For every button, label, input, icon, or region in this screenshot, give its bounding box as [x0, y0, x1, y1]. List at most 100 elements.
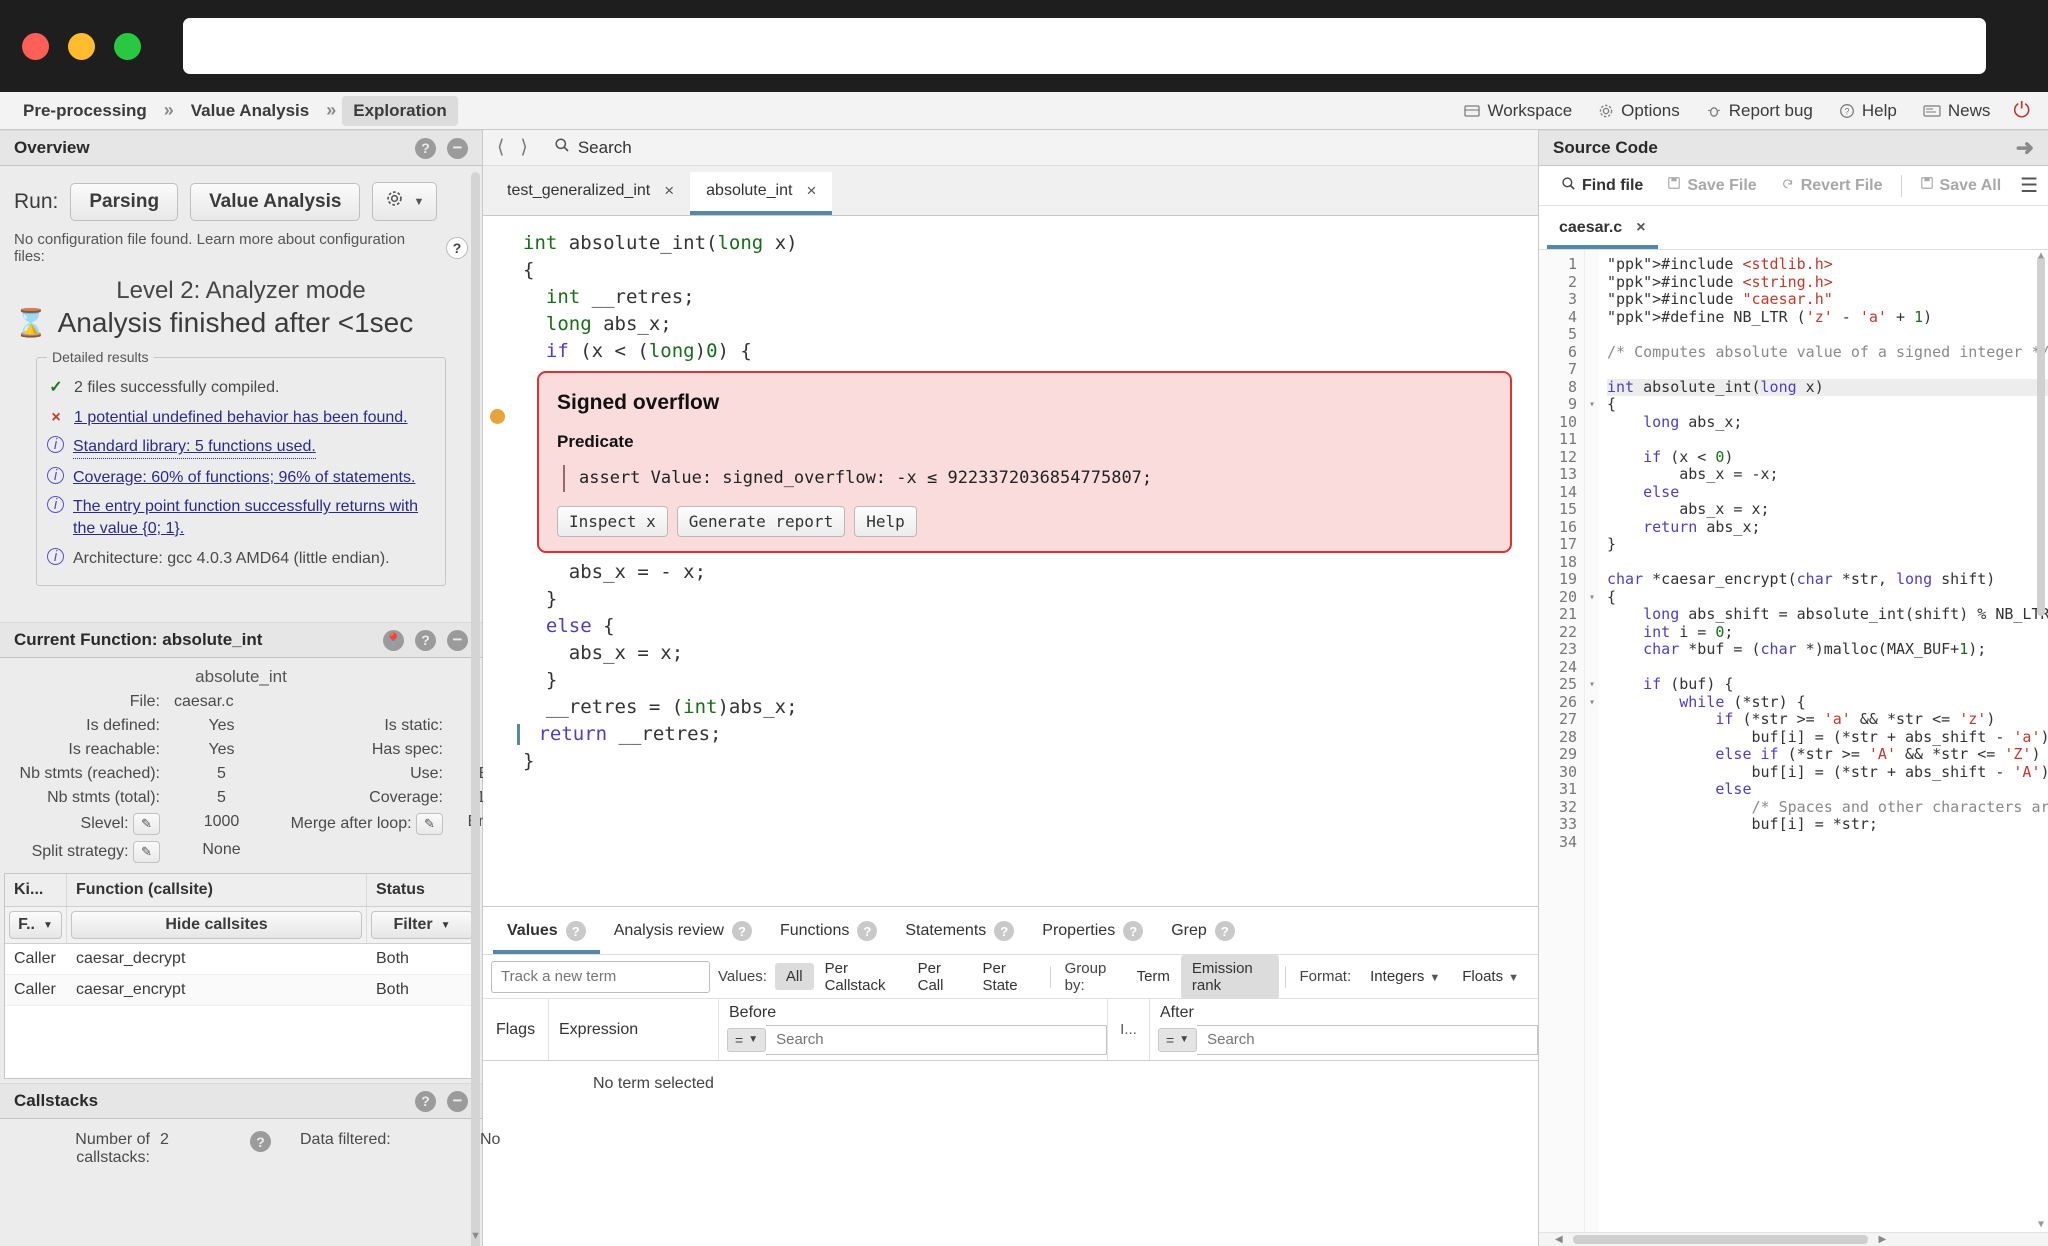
track-term-input[interactable]: [491, 960, 710, 993]
standard-library-link[interactable]: Standard library: 5 functions used.: [73, 436, 316, 459]
editor-tab-test-generalized-int[interactable]: test_generalized_int ×: [491, 172, 690, 215]
editor-search-button[interactable]: Search: [554, 137, 632, 158]
fold-marker[interactable]: [1585, 571, 1599, 589]
fold-marker[interactable]: [1585, 256, 1599, 274]
nav-back-icon[interactable]: ⟨: [497, 136, 504, 159]
after-search-input[interactable]: [1197, 1024, 1538, 1055]
fold-marker[interactable]: ▾: [1585, 589, 1599, 607]
pencil-icon[interactable]: ✎: [133, 841, 160, 864]
before-search-input[interactable]: [766, 1024, 1107, 1055]
help-icon[interactable]: ?: [857, 921, 878, 941]
fold-marker[interactable]: [1585, 501, 1599, 519]
help-icon[interactable]: ?: [994, 921, 1015, 941]
overview-collapse-icon[interactable]: −: [447, 137, 468, 159]
generate-report-button[interactable]: Generate report: [676, 506, 846, 537]
column-flags[interactable]: Flags: [483, 999, 549, 1060]
table-row[interactable]: Caller caesar_encrypt Both: [5, 975, 477, 1007]
report-bug-button[interactable]: Report bug: [1693, 96, 1826, 126]
chevron-right-circle-icon[interactable]: ➜: [2016, 137, 2034, 159]
inspect-button[interactable]: Inspect x: [557, 506, 668, 537]
editor-tab-absolute-int[interactable]: absolute_int ×: [690, 172, 833, 215]
values-mode-per-state[interactable]: Per State: [972, 955, 1044, 999]
close-icon[interactable]: ×: [1636, 219, 1645, 237]
scroll-left-arrow[interactable]: ◀: [1555, 1234, 1563, 1245]
configuration-help-icon[interactable]: ?: [446, 237, 468, 259]
pin-icon[interactable]: 📍: [383, 629, 404, 651]
fold-marker[interactable]: [1585, 834, 1599, 852]
fold-marker[interactable]: [1585, 816, 1599, 834]
file-tab-caesar-c[interactable]: caesar.c ×: [1547, 213, 1658, 249]
overview-help-icon[interactable]: ?: [415, 137, 436, 159]
source-scroll-up-arrow[interactable]: ▲: [2038, 250, 2044, 261]
find-file-button[interactable]: Find file: [1549, 172, 1655, 200]
help-icon[interactable]: ?: [1123, 921, 1144, 941]
hamburger-icon[interactable]: ☰: [2020, 176, 2038, 196]
source-code-text[interactable]: "ppk">#include <stdlib.h> "ppk">#include …: [1599, 250, 2048, 1232]
format-integers-dropdown[interactable]: Integers ▼: [1359, 963, 1451, 990]
save-all-button[interactable]: Save All: [1908, 172, 2014, 199]
column-status[interactable]: Status: [367, 874, 477, 906]
pencil-icon[interactable]: ✎: [133, 813, 160, 836]
fold-marker[interactable]: ▾: [1585, 676, 1599, 694]
callstacks-info-icon[interactable]: ?: [250, 1131, 271, 1153]
values-mode-per-callstack[interactable]: Per Callstack: [814, 955, 907, 999]
fold-marker[interactable]: [1585, 799, 1599, 817]
fold-marker[interactable]: ▾: [1585, 694, 1599, 712]
help-icon[interactable]: ?: [731, 921, 752, 941]
alarm-help-button[interactable]: Help: [854, 506, 917, 537]
fold-marker[interactable]: [1585, 291, 1599, 309]
sidebar-scroll-down-arrow[interactable]: ▼: [470, 1230, 481, 1242]
fold-marker[interactable]: [1585, 624, 1599, 642]
fold-marker[interactable]: [1585, 729, 1599, 747]
help-icon[interactable]: ?: [1214, 921, 1235, 941]
fold-marker[interactable]: [1585, 431, 1599, 449]
close-window-button[interactable]: [22, 32, 49, 60]
minimize-window-button[interactable]: [68, 32, 95, 60]
analysis-settings-button[interactable]: ▼: [372, 182, 438, 221]
normalized-code[interactable]: int absolute_int(long x) { int __retres;…: [497, 216, 1538, 906]
maximize-window-button[interactable]: [114, 32, 141, 60]
source-scroll-down-arrow[interactable]: ▼: [2038, 1219, 2044, 1230]
after-operator-dropdown[interactable]: = ▼: [1158, 1027, 1198, 1052]
horizontal-scroll-thumb[interactable]: [1572, 1235, 1869, 1244]
window-address-bar[interactable]: [183, 18, 1986, 74]
column-function-callsite[interactable]: Function (callsite): [67, 874, 367, 907]
fold-marker[interactable]: [1585, 414, 1599, 432]
fold-marker[interactable]: [1585, 449, 1599, 467]
current-function-collapse-icon[interactable]: −: [447, 629, 468, 651]
group-mode-emission-rank[interactable]: Emission rank: [1180, 954, 1279, 999]
scroll-right-arrow[interactable]: ▶: [1878, 1234, 1886, 1245]
column-before-title[interactable]: Before: [719, 999, 1107, 1024]
fold-marker[interactable]: [1585, 536, 1599, 554]
window-controls[interactable]: [22, 32, 141, 60]
fold-marker[interactable]: [1585, 746, 1599, 764]
current-function-help-icon[interactable]: ?: [415, 629, 436, 651]
workspace-menu-button[interactable]: Workspace: [1451, 96, 1585, 126]
fold-marker[interactable]: [1585, 361, 1599, 379]
callstacks-help-icon[interactable]: ?: [415, 1090, 436, 1112]
help-icon[interactable]: ?: [565, 921, 586, 941]
tab-grep[interactable]: Grep ?: [1157, 913, 1249, 954]
fold-marker[interactable]: [1585, 781, 1599, 799]
warning-bullet-icon[interactable]: [490, 409, 505, 424]
column-after-title[interactable]: After: [1150, 999, 1538, 1024]
breadcrumb-item-preprocessing[interactable]: Pre-processing: [12, 96, 158, 126]
fold-marker[interactable]: [1585, 379, 1599, 397]
column-expression[interactable]: Expression: [549, 999, 719, 1060]
kind-filter-button[interactable]: F.. ▼: [9, 911, 62, 940]
close-icon[interactable]: ×: [664, 181, 674, 201]
fold-marker[interactable]: [1585, 519, 1599, 537]
fold-marker[interactable]: [1585, 344, 1599, 362]
values-mode-all[interactable]: All: [774, 963, 814, 990]
source-vertical-scrollbar[interactable]: [2037, 256, 2045, 616]
save-file-button[interactable]: Save File: [1655, 172, 1768, 199]
news-menu-button[interactable]: News: [1910, 96, 2004, 126]
tab-properties[interactable]: Properties ?: [1028, 913, 1157, 954]
fold-marker[interactable]: [1585, 606, 1599, 624]
tab-functions[interactable]: Functions ?: [766, 913, 891, 954]
help-menu-button[interactable]: ? Help: [1826, 96, 1910, 126]
fold-marker[interactable]: [1585, 764, 1599, 782]
fold-marker[interactable]: [1585, 484, 1599, 502]
column-kind[interactable]: Ki...: [5, 874, 67, 907]
tab-analysis-review[interactable]: Analysis review ?: [600, 913, 766, 954]
